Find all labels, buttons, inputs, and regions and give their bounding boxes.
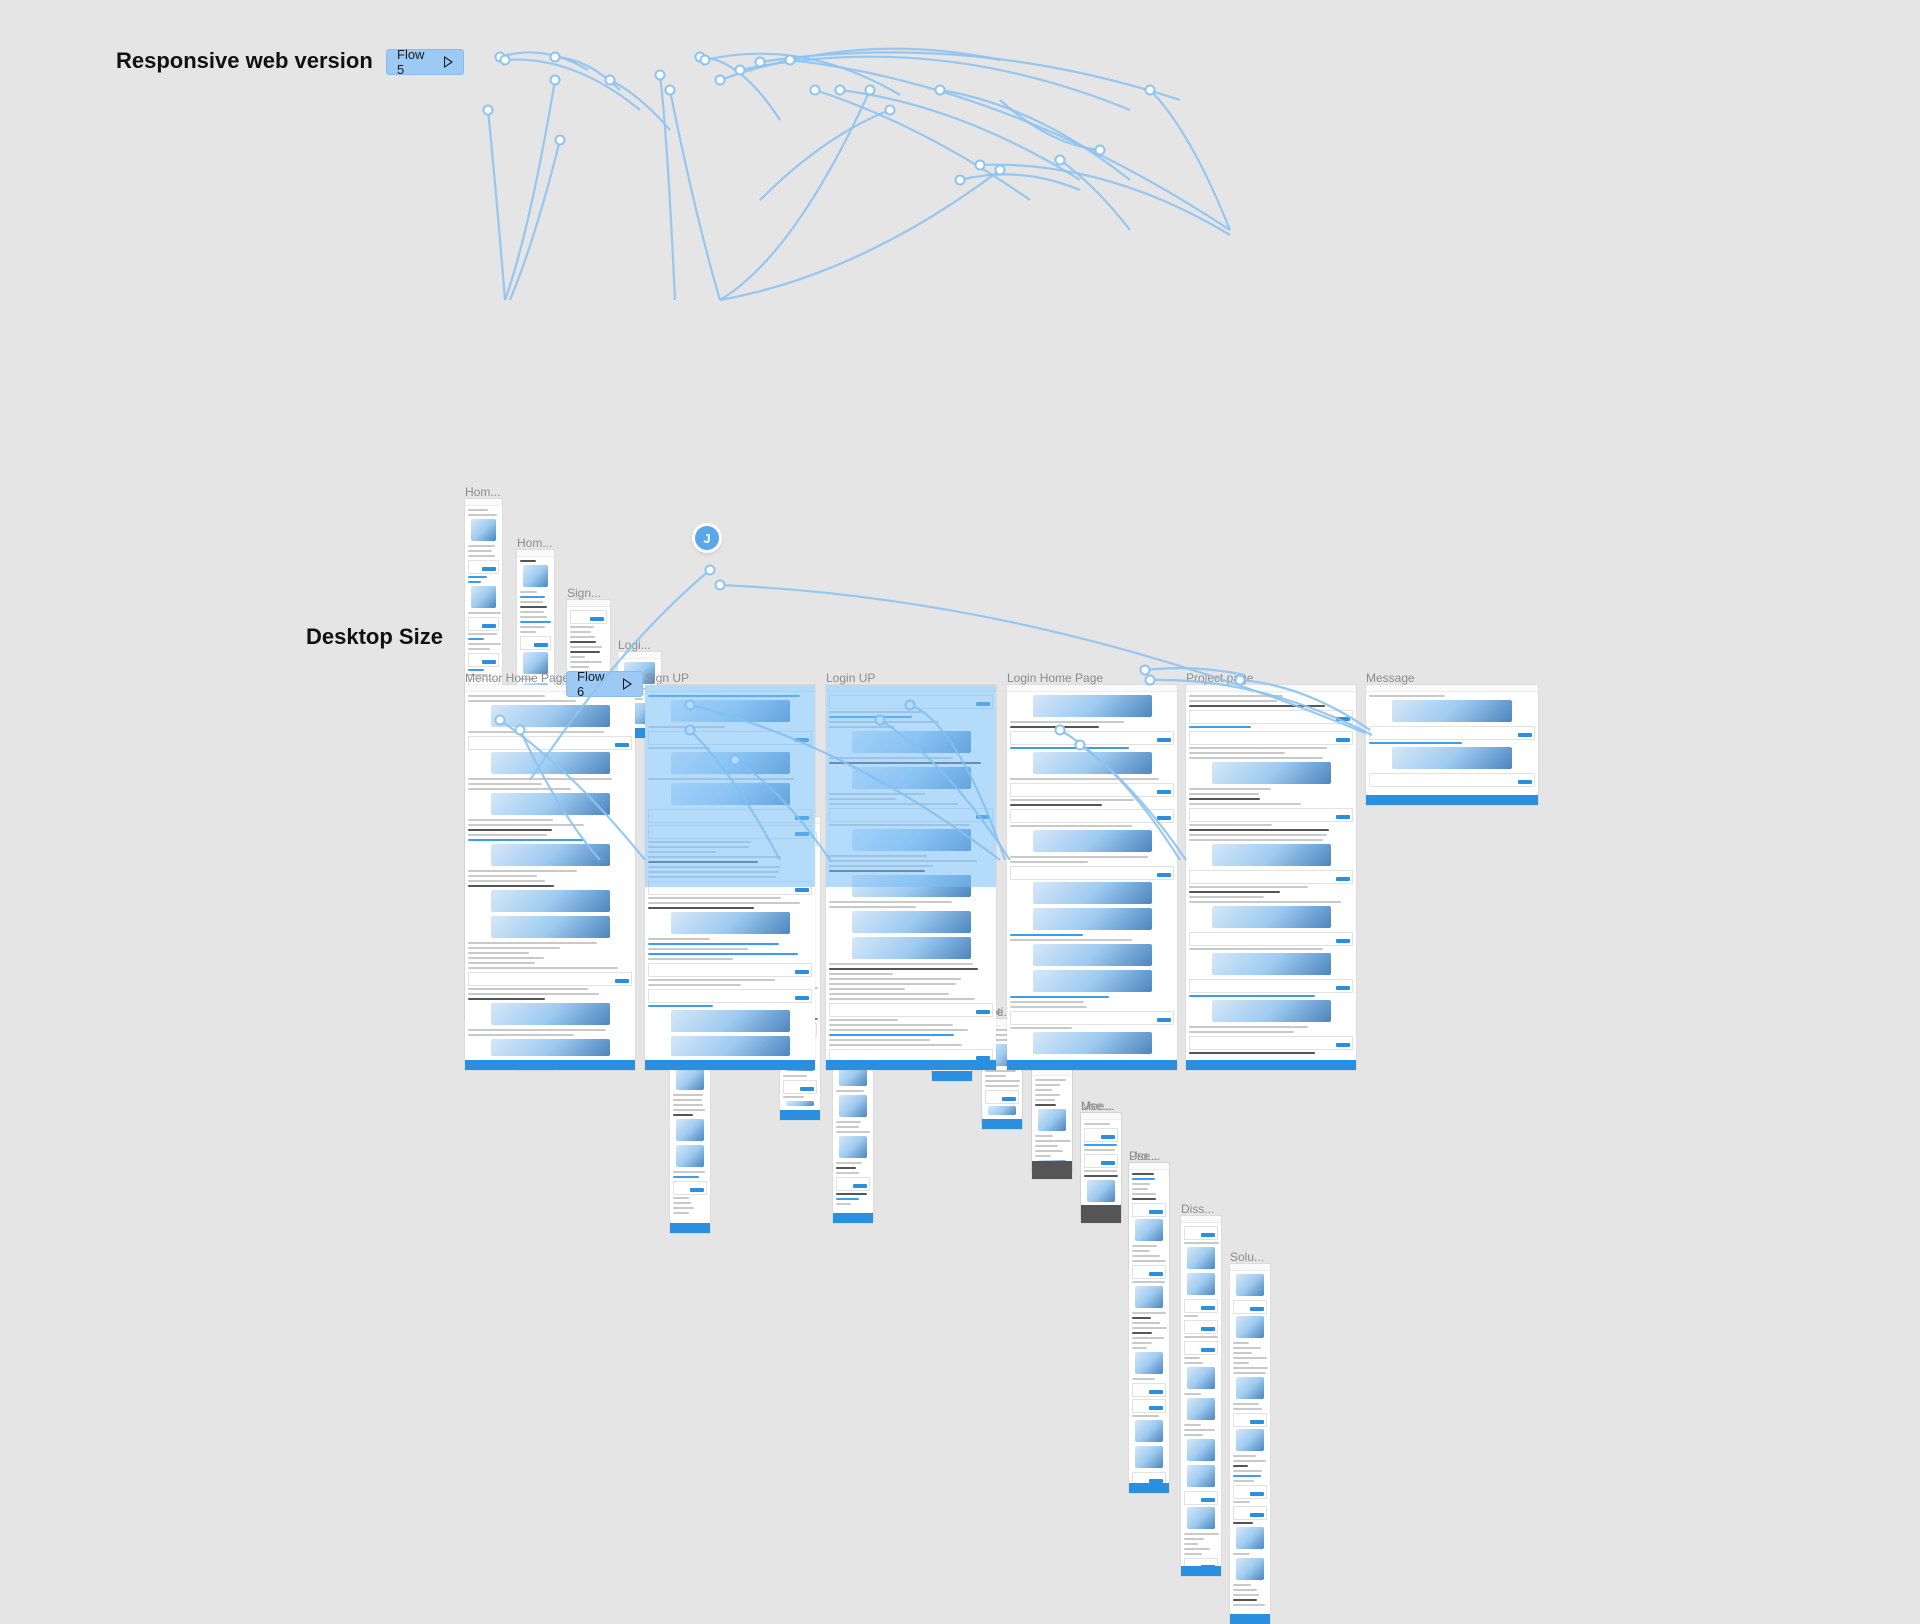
flow-hotspot [482, 104, 494, 116]
responsive-frame-label[interactable]: Hom... [517, 536, 552, 550]
responsive-frame-label[interactable]: Solu... [1230, 1250, 1264, 1264]
play-triangle-icon [623, 678, 632, 690]
flow-hotspot [604, 74, 616, 86]
flow-connector [1149, 89, 1232, 231]
flow-connector [959, 173, 1081, 192]
flow-hotspot [714, 74, 726, 86]
flow-hotspot [734, 64, 746, 76]
play-triangle-icon [444, 56, 453, 68]
desktop-frame-label[interactable]: Sign UP [645, 671, 689, 685]
flow-hotspot [664, 84, 676, 96]
flow-hotspot [1139, 664, 1151, 676]
flow-connector [503, 79, 557, 301]
desktop-frame[interactable] [1366, 685, 1538, 805]
flow-connector [839, 88, 1081, 181]
flow-connector [719, 89, 872, 301]
flow-connector [668, 89, 722, 301]
flow-hotspot [974, 159, 986, 171]
flow-5-label: Flow 5 [397, 47, 425, 77]
flow-connector [1059, 159, 1131, 231]
flow-connector [658, 74, 677, 301]
flow-connector [504, 58, 641, 111]
responsive-frame[interactable] [1181, 1216, 1221, 1576]
responsive-frame[interactable] [1230, 1264, 1270, 1624]
flow-connector [789, 58, 1231, 231]
flow-hotspot [1144, 674, 1156, 686]
responsive-frame-label[interactable]: Logi... [618, 638, 651, 652]
responsive-frame[interactable] [1129, 1163, 1169, 1493]
flow-connector [999, 99, 1101, 152]
desktop-frame[interactable] [465, 685, 635, 1070]
desktop-frame-label[interactable]: Mentor Home Page [465, 671, 569, 685]
flow-hotspot [864, 84, 876, 96]
flow-connector [979, 163, 1231, 236]
desktop-frame-label[interactable]: Login Home Page [1007, 671, 1103, 685]
flow-5-chip[interactable]: Flow 5 [386, 47, 464, 77]
flow-connector [939, 88, 1131, 181]
flow-hotspot [1054, 154, 1066, 166]
responsive-frame[interactable] [1032, 1069, 1072, 1179]
flow-connector [486, 109, 507, 301]
flow-connector [554, 55, 621, 91]
flow-hotspot [499, 54, 511, 66]
desktop-frame[interactable] [826, 685, 996, 1070]
desktop-section-title: Desktop Size [306, 624, 443, 649]
flow-connector [609, 79, 671, 131]
desktop-frame[interactable] [645, 685, 815, 1070]
flow-hotspot [554, 134, 566, 146]
responsive-frame-label[interactable]: Sign... [567, 586, 601, 600]
flow-hotspot [494, 51, 506, 63]
flow-hotspot [714, 579, 726, 591]
flow-hotspot [784, 54, 796, 66]
collaborator-avatar[interactable]: J [695, 526, 719, 550]
flow-hotspot [549, 51, 561, 63]
flow-hotspot [994, 164, 1006, 176]
flow-connector [719, 47, 1001, 82]
flow-hotspot [1144, 84, 1156, 96]
flow-connector [814, 88, 1031, 201]
flow-hotspot [754, 56, 766, 68]
flow-connector [739, 55, 1131, 112]
desktop-frame[interactable] [1007, 685, 1177, 1070]
flow-connector [759, 51, 1181, 102]
responsive-frame-label[interactable]: Diss... [1181, 1202, 1214, 1216]
desktop-frame-label[interactable]: Login UP [826, 671, 875, 685]
flow-connector [508, 139, 562, 301]
flow-connector [699, 55, 781, 121]
responsive-frame[interactable] [1081, 1113, 1121, 1223]
flow-hotspot [809, 84, 821, 96]
flow-6-chip[interactable]: Flow 6 [566, 669, 643, 699]
flow-connector [499, 51, 589, 71]
flow-hotspot [934, 84, 946, 96]
flow-hotspot [884, 104, 896, 116]
desktop-frame-label[interactable]: Message [1366, 671, 1415, 685]
responsive-frame-label[interactable]: Mee... [1081, 1099, 1114, 1113]
flow-hotspot [694, 51, 706, 63]
desktop-frame[interactable] [1186, 685, 1356, 1070]
desktop-frame-label[interactable]: Project page [1186, 671, 1253, 685]
flow-hotspot [834, 84, 846, 96]
flow-6-label: Flow 6 [577, 669, 605, 699]
flow-connector [719, 169, 1001, 302]
flow-hotspot [954, 174, 966, 186]
flow-hotspot [699, 54, 711, 66]
responsive-frame-label[interactable]: Pro... [1129, 1149, 1158, 1163]
responsive-frame-label[interactable]: Hom... [465, 485, 500, 499]
flow-hotspot [704, 564, 716, 576]
flow-hotspot [549, 74, 561, 86]
flow-connector [759, 108, 891, 201]
flow-connector [704, 52, 901, 96]
responsive-section-title: Responsive web version [116, 48, 373, 73]
flow-hotspot [654, 69, 666, 81]
flow-hotspot [1094, 144, 1106, 156]
